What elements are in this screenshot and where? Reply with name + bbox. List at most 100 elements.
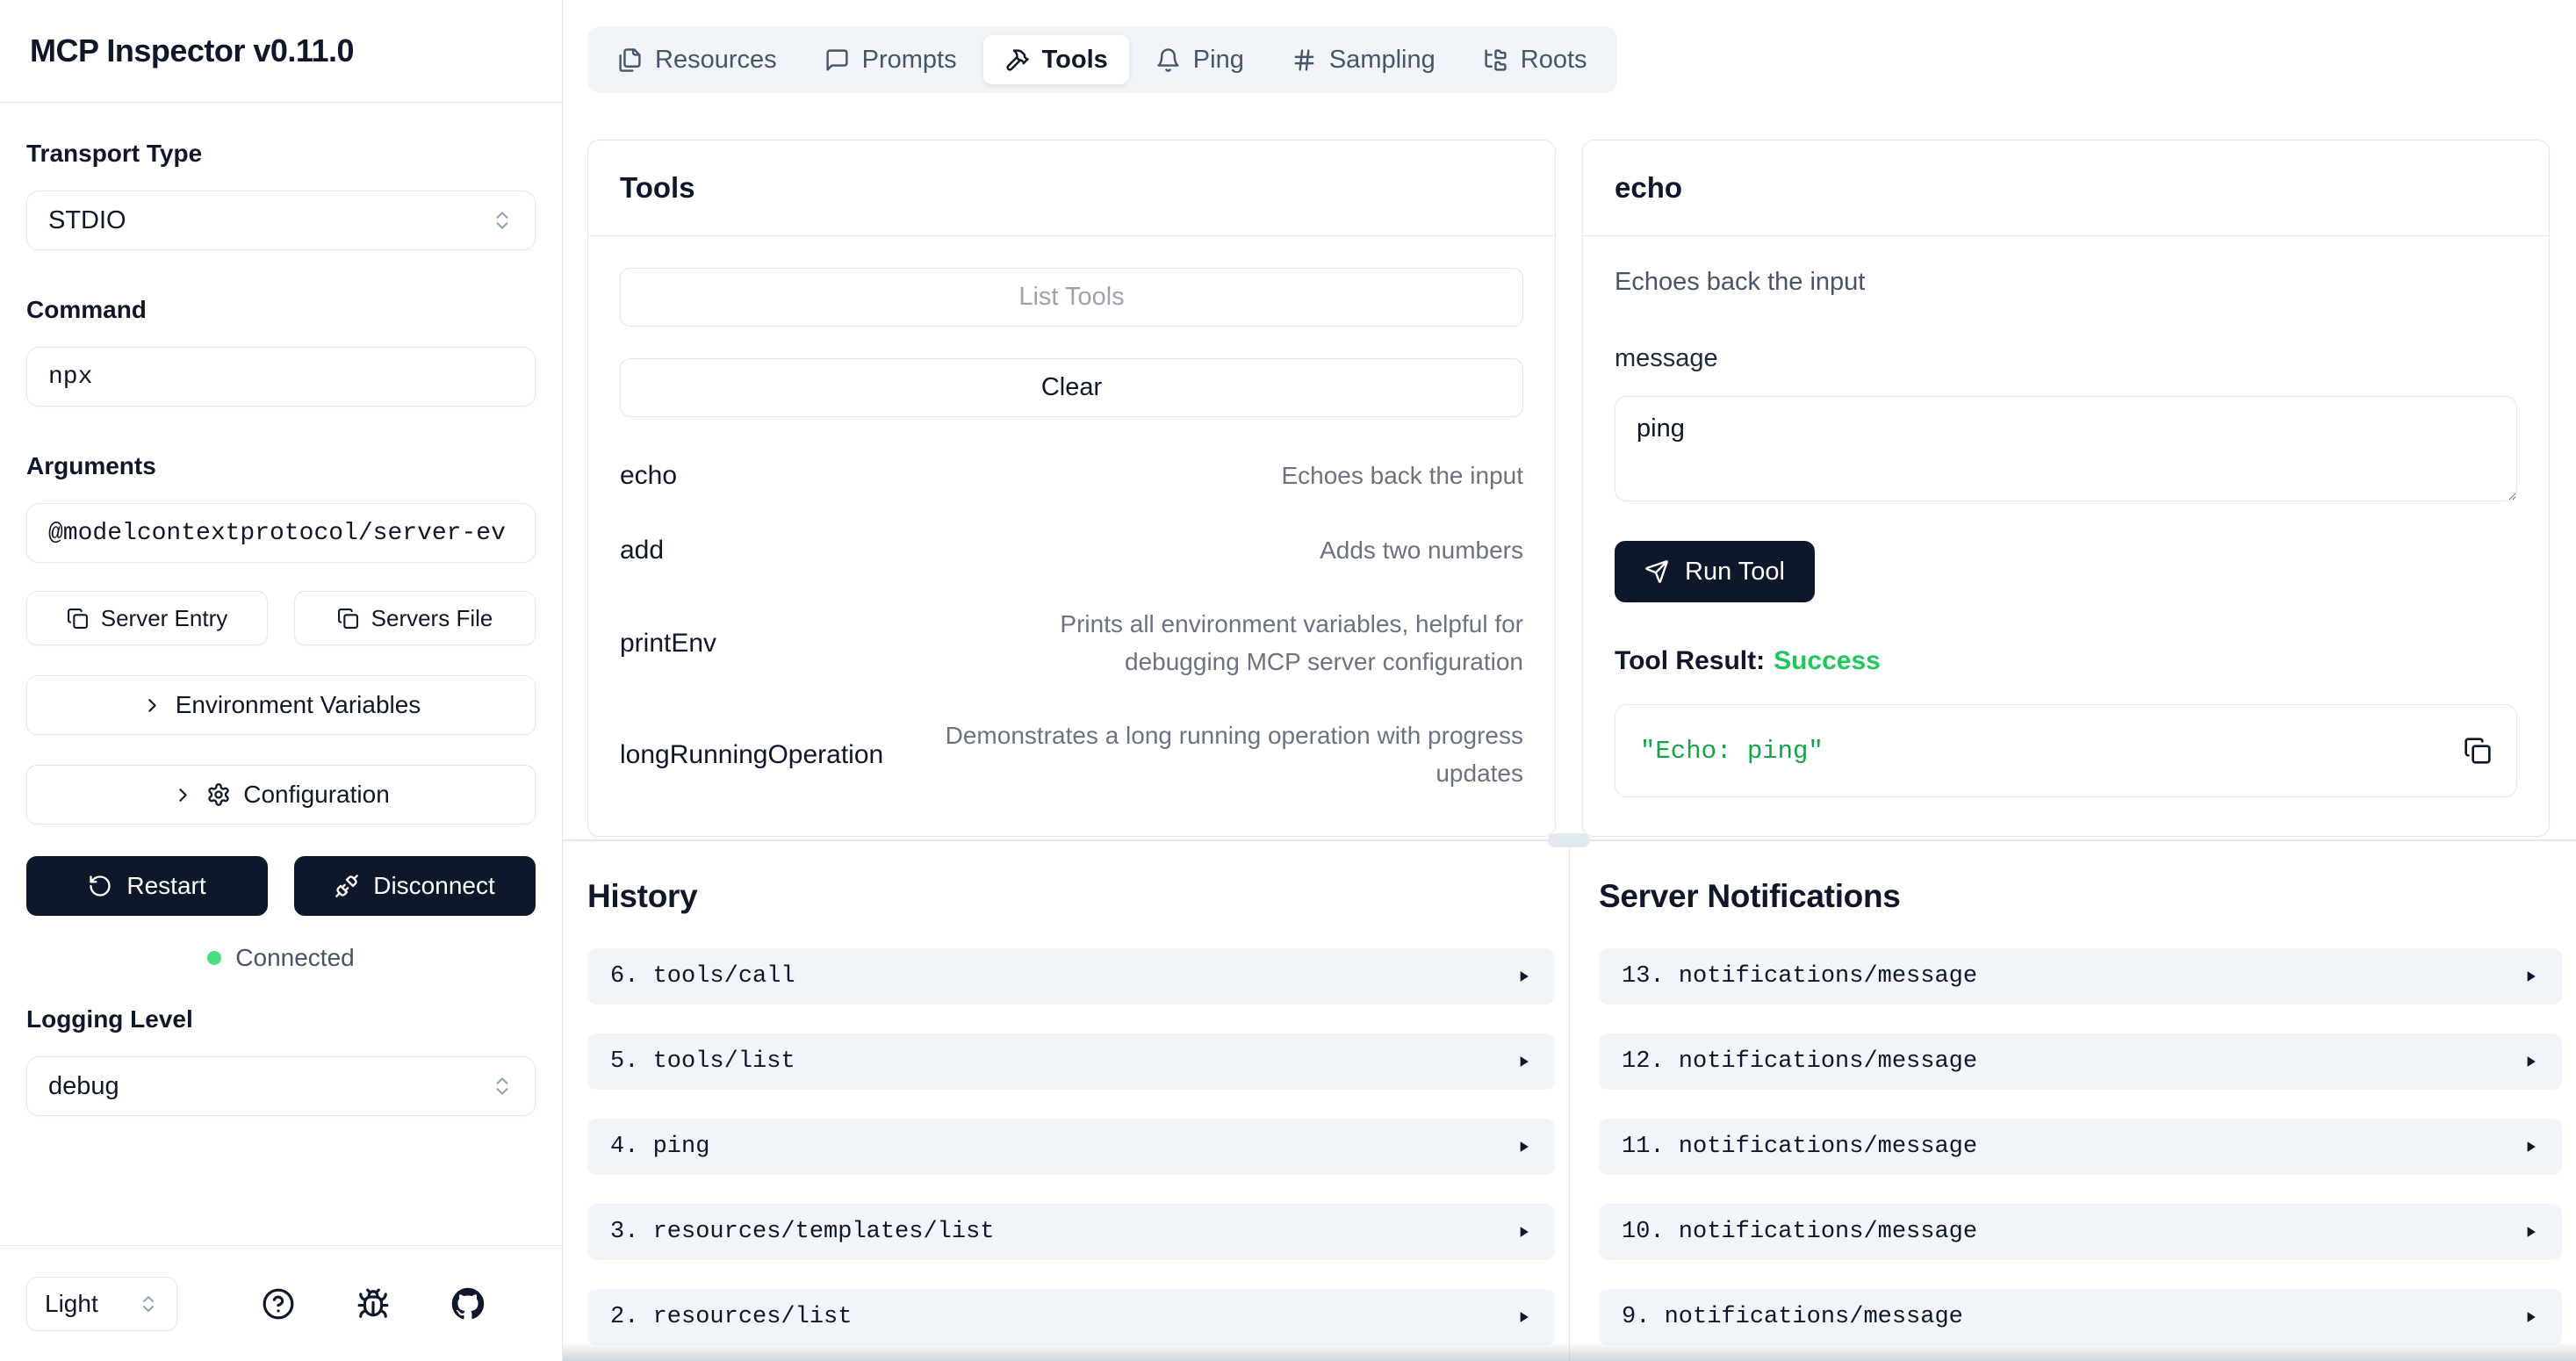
hash-icon xyxy=(1292,47,1317,73)
history-item[interactable]: 4. ping xyxy=(587,1119,1555,1175)
expand-triangle-icon xyxy=(2522,1053,2539,1070)
sidebar-header: MCP Inspector v0.11.0 xyxy=(0,0,562,103)
tab-resources[interactable]: Resources xyxy=(596,35,798,84)
tab-roots[interactable]: Roots xyxy=(1462,35,1608,84)
history-item-label: 6. tools/call xyxy=(610,963,795,990)
bug-icon xyxy=(356,1287,390,1321)
tab-label: Sampling xyxy=(1329,46,1436,75)
copy-result-button[interactable] xyxy=(2464,737,2492,765)
notifications-list: 13. notifications/message 12. notificati… xyxy=(1599,948,2562,1345)
configuration-label: Configuration xyxy=(243,781,390,809)
history-item-label: 4. ping xyxy=(610,1134,709,1160)
expand-triangle-icon xyxy=(1515,1308,1532,1326)
run-tool-button[interactable]: Run Tool xyxy=(1615,541,1815,602)
history-item-label: 5. tools/list xyxy=(610,1048,795,1075)
tab-sampling[interactable]: Sampling xyxy=(1270,35,1457,84)
history-item[interactable]: 3. resources/templates/list xyxy=(587,1204,1555,1260)
arguments-label: Arguments xyxy=(26,452,536,480)
tool-list-item-printenv[interactable]: printEnv Prints all environment variable… xyxy=(620,606,1523,680)
tool-description: Echoes back the input xyxy=(1281,457,1523,495)
tool-description: Demonstrates a long running operation wi… xyxy=(944,717,1523,792)
server-entry-label: Server Entry xyxy=(101,605,228,632)
send-icon xyxy=(1644,559,1669,584)
main-bottom: History 6. tools/call 5. tools/list 4. p… xyxy=(563,841,2576,1361)
theme-value: Light xyxy=(45,1290,98,1318)
tool-result-value: "Echo: ping" xyxy=(1640,737,1824,766)
chevrons-up-down-icon xyxy=(138,1293,159,1314)
connection-status: Connected xyxy=(26,944,536,972)
notification-item[interactable]: 11. notifications/message xyxy=(1599,1119,2562,1175)
github-button[interactable] xyxy=(451,1287,485,1321)
message-input[interactable]: ping xyxy=(1615,396,2517,501)
tool-name: add xyxy=(620,536,664,565)
expand-triangle-icon xyxy=(2522,968,2539,985)
history-item[interactable]: 6. tools/call xyxy=(587,948,1555,1005)
tool-list-item-echo[interactable]: echo Echoes back the input xyxy=(620,457,1523,495)
tool-list-item-add[interactable]: add Adds two numbers xyxy=(620,532,1523,570)
restart-label: Restart xyxy=(126,872,205,900)
environment-variables-label: Environment Variables xyxy=(176,691,421,719)
expand-triangle-icon xyxy=(1515,1138,1532,1156)
message-square-icon xyxy=(824,47,850,73)
theme-select[interactable]: Light xyxy=(26,1277,177,1331)
clear-button[interactable]: Clear xyxy=(620,358,1523,417)
logging-level-select[interactable]: debug xyxy=(26,1056,536,1116)
server-notifications-panel: Server Notifications 13. notifications/m… xyxy=(1570,841,2576,1361)
split-drag-handle[interactable] xyxy=(1548,833,1590,847)
tab-prompts[interactable]: Prompts xyxy=(803,35,978,84)
servers-file-button[interactable]: Servers File xyxy=(294,591,536,645)
history-item[interactable]: 5. tools/list xyxy=(587,1033,1555,1090)
history-panel: History 6. tools/call 5. tools/list 4. p… xyxy=(563,841,1570,1361)
server-entry-button[interactable]: Server Entry xyxy=(26,591,268,645)
expand-triangle-icon xyxy=(2522,1308,2539,1326)
logging-level-value: debug xyxy=(48,1072,119,1101)
help-circle-icon xyxy=(262,1287,295,1321)
mcp-inspector-app: MCP Inspector v0.11.0 Transport Type STD… xyxy=(0,0,2576,1361)
bug-report-button[interactable] xyxy=(356,1287,390,1321)
tool-description: Adds two numbers xyxy=(1320,532,1523,570)
tool-name: echo xyxy=(620,461,677,491)
copy-icon xyxy=(337,608,359,630)
hammer-icon xyxy=(1004,47,1030,73)
logging-level-label: Logging Level xyxy=(26,1005,536,1033)
notification-item[interactable]: 9. notifications/message xyxy=(1599,1289,2562,1345)
tool-name: printEnv xyxy=(620,629,716,659)
restart-icon xyxy=(88,874,112,898)
copy-icon xyxy=(2464,737,2492,765)
history-item[interactable]: 2. resources/list xyxy=(587,1289,1555,1345)
tool-result-box: "Echo: ping" xyxy=(1615,704,2517,797)
notification-item[interactable]: 10. notifications/message xyxy=(1599,1204,2562,1260)
expand-triangle-icon xyxy=(2522,1223,2539,1241)
notification-item[interactable]: 13. notifications/message xyxy=(1599,948,2562,1005)
notification-item-label: 10. notifications/message xyxy=(1622,1219,1977,1245)
notification-item[interactable]: 12. notifications/message xyxy=(1599,1033,2562,1090)
arguments-input[interactable] xyxy=(26,503,536,563)
help-button[interactable] xyxy=(262,1287,295,1321)
tool-result-line: Tool Result:Success xyxy=(1615,646,2517,676)
tab-ping[interactable]: Ping xyxy=(1134,35,1265,84)
tab-tools[interactable]: Tools xyxy=(983,35,1129,84)
expand-triangle-icon xyxy=(1515,1223,1532,1241)
disconnect-label: Disconnect xyxy=(373,872,495,900)
horizontal-split-divider xyxy=(563,839,2576,841)
transport-type-select[interactable]: STDIO xyxy=(26,191,536,250)
history-item-label: 3. resources/templates/list xyxy=(610,1219,994,1245)
chevron-right-icon xyxy=(141,695,163,717)
disconnect-button[interactable]: Disconnect xyxy=(294,856,536,916)
command-label: Command xyxy=(26,296,536,324)
server-notifications-title: Server Notifications xyxy=(1599,878,2562,915)
notification-item-label: 9. notifications/message xyxy=(1622,1304,1963,1330)
command-input[interactable] xyxy=(26,347,536,407)
list-tools-button[interactable]: List Tools xyxy=(620,268,1523,327)
environment-variables-button[interactable]: Environment Variables xyxy=(26,675,536,735)
restart-button[interactable]: Restart xyxy=(26,856,268,916)
configuration-button[interactable]: Configuration xyxy=(26,765,536,825)
sidebar-footer: Light xyxy=(0,1245,562,1361)
footer-icons xyxy=(262,1287,485,1321)
run-tool-label: Run Tool xyxy=(1685,558,1785,587)
transport-type-value: STDIO xyxy=(48,206,126,235)
tool-list-item-longrunningoperation[interactable]: longRunningOperation Demonstrates a long… xyxy=(620,717,1523,792)
tab-label: Resources xyxy=(655,46,777,75)
folder-tree-icon xyxy=(1483,47,1508,73)
cards-row: Tools List Tools Clear echo Echoes back … xyxy=(587,140,2550,837)
